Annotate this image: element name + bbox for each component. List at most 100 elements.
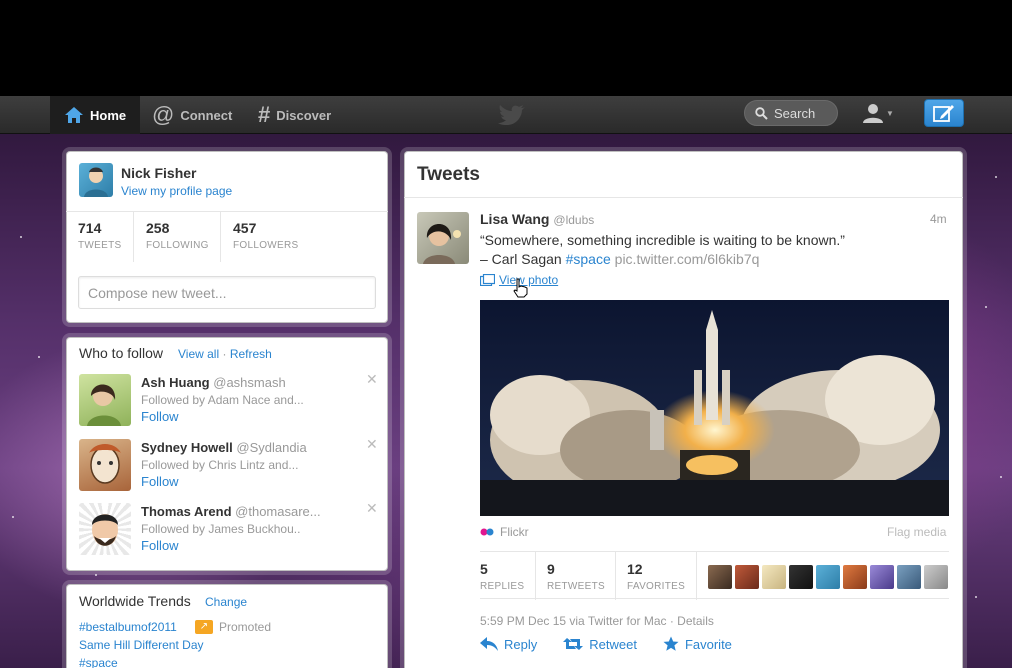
reply-icon xyxy=(480,637,498,651)
profile-name[interactable]: Nick Fisher xyxy=(121,165,196,181)
hashtag-link[interactable]: #space xyxy=(566,251,611,267)
stat-value: 457 xyxy=(233,220,257,236)
promoted-icon: ↗ xyxy=(195,620,213,634)
follow-button[interactable]: Follow xyxy=(141,538,179,553)
stat-value: 714 xyxy=(78,220,102,236)
follow-button[interactable]: Follow xyxy=(141,409,179,424)
avatar-drawing xyxy=(92,514,118,546)
retweet-label: Retweet xyxy=(589,636,637,652)
stat-label: FOLLOWERS xyxy=(233,240,299,251)
retweet-icon xyxy=(563,638,584,650)
avatar-drawing xyxy=(87,384,121,426)
mini-avatar[interactable] xyxy=(897,565,921,589)
stat-value: 5 xyxy=(480,561,488,577)
change-trends-link[interactable]: Change xyxy=(205,595,247,609)
reply-label: Reply xyxy=(504,636,538,652)
flag-media-link[interactable]: Flag media xyxy=(887,525,946,539)
retweet-button[interactable]: Retweet xyxy=(563,636,637,652)
trend-item[interactable]: #space xyxy=(79,656,118,668)
mini-avatar[interactable] xyxy=(708,565,732,589)
follow-button[interactable]: Follow xyxy=(141,474,179,489)
nav-home[interactable]: Home xyxy=(50,96,140,134)
mini-avatar[interactable] xyxy=(816,565,840,589)
tweet-meta[interactable]: 5:59 PM Dec 15 via Twitter for Mac · Det… xyxy=(480,614,714,628)
stat-replies[interactable]: 5 REPLIES xyxy=(480,561,524,592)
tweet-author[interactable]: Lisa Wang @ldubs xyxy=(480,211,594,227)
trend-item[interactable]: Same Hill Different Day xyxy=(79,638,204,652)
profile-page-link[interactable]: View my profile page xyxy=(121,184,232,198)
search-label: Search xyxy=(774,105,816,121)
profile-avatar[interactable] xyxy=(79,163,113,197)
view-all-link[interactable]: View all xyxy=(178,347,219,361)
stat-followers[interactable]: 457 FOLLOWERS xyxy=(233,220,299,251)
mini-avatar[interactable] xyxy=(924,565,948,589)
media-source-label: Flickr xyxy=(500,525,529,539)
media-url[interactable]: pic.twitter.com/6l6kib7q xyxy=(611,251,760,267)
compose-tweet-button[interactable] xyxy=(924,99,964,127)
stat-following[interactable]: 258 FOLLOWING xyxy=(146,220,209,251)
trends-title: Worldwide Trends xyxy=(79,593,191,609)
stat-label: TWEETS xyxy=(78,240,122,251)
close-icon[interactable]: ✕ xyxy=(366,371,378,388)
mini-avatar[interactable] xyxy=(789,565,813,589)
mini-avatar[interactable] xyxy=(762,565,786,589)
suggestion-item: Sydney Howell @Sydlandia Followed by Chr… xyxy=(79,436,379,491)
mini-avatar[interactable] xyxy=(735,565,759,589)
divider xyxy=(133,212,134,262)
close-icon[interactable]: ✕ xyxy=(366,436,378,453)
close-icon[interactable]: ✕ xyxy=(366,500,378,517)
suggestion-name[interactable]: Thomas Arend @thomasare... xyxy=(141,504,321,519)
nav-discover[interactable]: # Discover xyxy=(258,96,331,134)
tweet-author-avatar[interactable] xyxy=(417,212,469,264)
stat-value: 258 xyxy=(146,220,170,236)
suggestion-followed-by: Followed by James Buckhou.. xyxy=(141,522,301,536)
flickr-icon xyxy=(480,528,494,536)
avatar-drawing xyxy=(89,444,121,484)
at-sign-icon: @ xyxy=(152,102,175,127)
suggestion-avatar[interactable] xyxy=(79,503,131,555)
trend-item[interactable]: #bestalbumof2011 xyxy=(79,620,177,634)
hashtag-icon: # xyxy=(258,102,271,127)
shuttle-launch-image xyxy=(480,300,949,516)
tweet-timestamp[interactable]: 4m xyxy=(930,212,947,226)
stat-tweets[interactable]: 714 TWEETS xyxy=(78,220,121,251)
refresh-link[interactable]: Refresh xyxy=(230,347,272,361)
suggestion-avatar[interactable] xyxy=(79,439,131,491)
avatar-drawing xyxy=(84,167,108,197)
search-icon xyxy=(755,106,768,120)
stat-label: RETWEETS xyxy=(547,581,605,592)
user-icon xyxy=(863,104,883,123)
stat-favorites[interactable]: 12 FAVORITES xyxy=(627,561,685,592)
divider xyxy=(615,552,616,600)
mini-avatar[interactable] xyxy=(870,565,894,589)
nav-connect[interactable]: @ Connect xyxy=(152,96,232,134)
tweet-photo[interactable] xyxy=(480,300,949,516)
media-source[interactable]: Flickr xyxy=(480,525,529,539)
stat-retweets[interactable]: 9 RETWEETS xyxy=(547,561,605,592)
suggestion-name[interactable]: Ash Huang @ashsmash xyxy=(141,375,286,390)
tweet-stats: 5 REPLIES 9 RETWEETS 12 FAVORITES xyxy=(480,551,949,600)
tweet-line: “Somewhere, something incredible is wait… xyxy=(480,232,845,248)
who-to-follow-links: View all · Refresh xyxy=(178,347,272,361)
search-box[interactable]: Search xyxy=(744,100,838,126)
chevron-down-icon: ▼ xyxy=(886,108,894,118)
twitter-bird-icon xyxy=(498,105,525,125)
reply-button[interactable]: Reply xyxy=(480,636,537,652)
star-icon xyxy=(663,636,679,651)
divider xyxy=(404,197,963,198)
suggestion-item: Thomas Arend @thomasare... Followed by J… xyxy=(79,500,379,555)
suggestion-avatar[interactable] xyxy=(79,374,131,426)
stat-value: 12 xyxy=(627,561,643,577)
divider xyxy=(696,552,697,600)
suggestion-name[interactable]: Sydney Howell @Sydlandia xyxy=(141,440,307,455)
nav-home-label: Home xyxy=(90,107,127,123)
stat-label: REPLIES xyxy=(480,581,525,592)
top-nav-bar: Home @ Connect # Discover xyxy=(0,96,1012,134)
mini-avatar[interactable] xyxy=(843,565,867,589)
favorite-button[interactable]: Favorite xyxy=(663,636,732,652)
promoted-label: Promoted xyxy=(219,620,272,634)
compose-tweet-input[interactable]: Compose new tweet... xyxy=(78,276,376,309)
tweets-title: Tweets xyxy=(417,164,481,185)
stat-label: FAVORITES xyxy=(627,581,686,592)
user-menu[interactable]: ▼ xyxy=(862,102,902,124)
